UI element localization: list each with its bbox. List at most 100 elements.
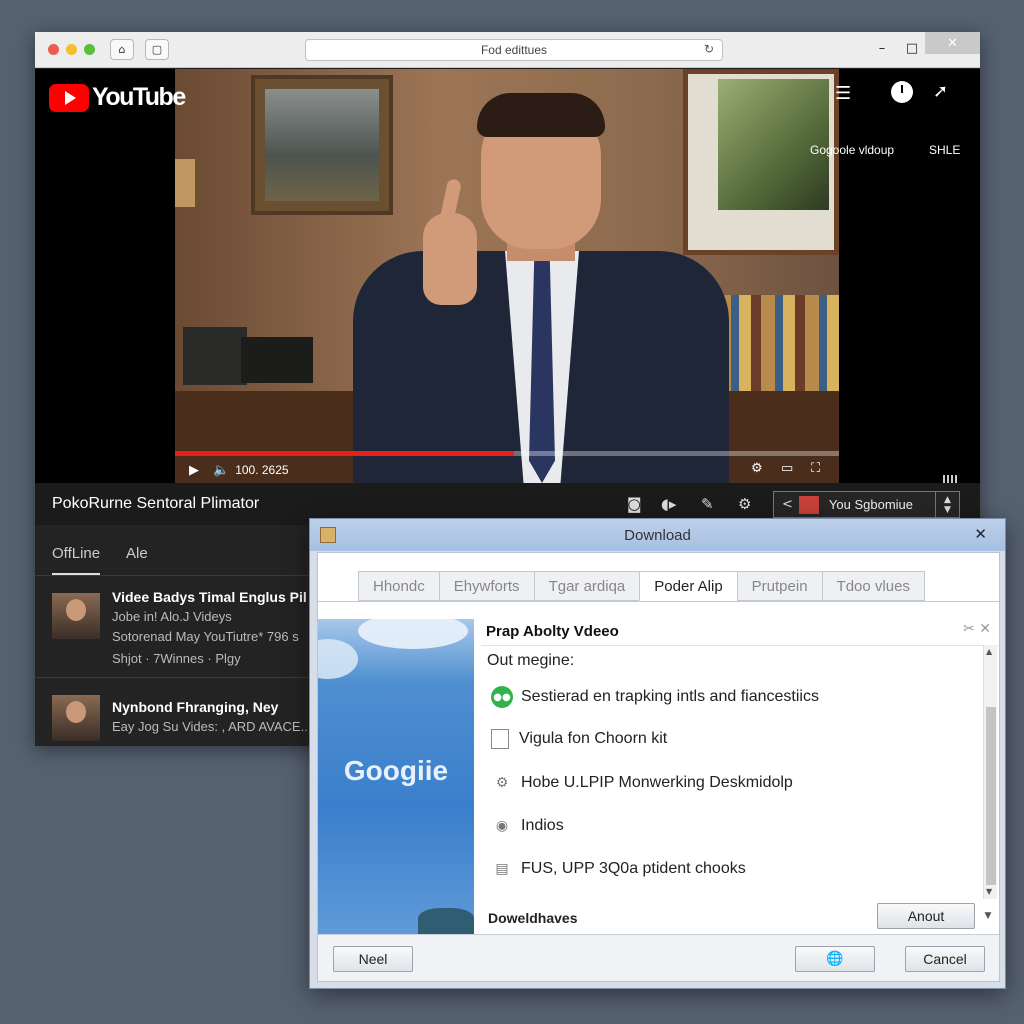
options-list: Out megine: ●● Sestierad en trapking int… [481, 645, 999, 899]
tools-icon[interactable]: ✂ [963, 621, 975, 637]
minimize-button[interactable]: – [867, 36, 897, 60]
subscribe-box[interactable]: < You Sgbomiue ▲ ▼ [773, 491, 960, 518]
option-item[interactable]: ●● Sestierad en trapking intls and fianc… [491, 686, 819, 708]
tab-all[interactable]: Ale [126, 545, 148, 562]
checkbox-icon[interactable] [491, 729, 509, 749]
chevron-left-icon[interactable]: < [782, 497, 793, 512]
bookshelf [717, 295, 839, 391]
miniplayer-icon[interactable]: ▭ [781, 461, 793, 476]
download-dialog: Download ✕ Hhondc Ehywforts Tgar ardiqa … [309, 518, 1006, 989]
reload-icon[interactable]: ↻ [704, 42, 714, 56]
gear-icon: ⚙ [495, 775, 509, 791]
volume-icon[interactable]: 🔈 [213, 463, 229, 478]
lamp [175, 159, 195, 207]
zoom-dot[interactable] [84, 44, 95, 55]
grid-icon[interactable] [943, 475, 959, 483]
dialog-body: Hhondc Ehywforts Tgar ardiqa Poder Alip … [317, 552, 1000, 982]
tab-4-active[interactable]: Poder Alip [639, 571, 737, 601]
tab-5[interactable]: Prutpein [736, 571, 822, 601]
list-icon[interactable]: ☰ [835, 83, 851, 104]
share-label[interactable]: SHLE [929, 143, 960, 157]
list-item[interactable]: Nynbond Fhranging, Ney Eay Jog Su Vides:… [52, 691, 310, 743]
youtube-wordmark: YouTube [92, 83, 186, 111]
scroll-down-icon[interactable]: ▼ [986, 887, 992, 896]
header-tools: ✂ ✕ [963, 621, 991, 637]
close-button[interactable]: ✕ [925, 32, 980, 54]
scrollbar-thumb[interactable] [986, 707, 996, 885]
divider [35, 677, 310, 678]
document-icon: ▤ [495, 861, 509, 877]
settings-icon[interactable]: ⚙ [751, 461, 763, 476]
downloads-label: Doweldhaves [488, 910, 578, 926]
close-icon[interactable]: ✕ [974, 525, 987, 543]
watch-later-label[interactable]: Gogoole vldoup [810, 143, 894, 157]
share-icon[interactable]: ➚ [933, 81, 948, 102]
chevron-down-icon[interactable]: ▼ [982, 909, 994, 923]
gear-icon[interactable]: ⚙ [738, 495, 751, 513]
youtube-logo[interactable]: YouTube [49, 83, 186, 112]
tab-offline[interactable]: OffLine [52, 545, 101, 575]
about-button[interactable]: Anout [877, 903, 975, 929]
option-item[interactable]: ⚙ Hobe U.LPIP Monwerking Deskmidolp [491, 772, 793, 794]
globe-icon: ◉ [495, 818, 509, 834]
scrollbar[interactable]: ▲ ▼ [983, 645, 997, 899]
list-item-line: Sotorenad May YouTiutre* 796 s [112, 629, 299, 644]
list-item-line: Jobe in! Alo.J Videys [112, 609, 232, 624]
play-icon[interactable]: ▶ [189, 463, 199, 478]
video-title: PokoRurne Sentoral Plimator [52, 495, 260, 512]
section-heading: Prap Abolty Vdeeo [486, 623, 619, 640]
option-label: Indios [521, 817, 564, 834]
related-sidebar: OffLine Ale Videe Badys Timal Englus Pil… [35, 525, 310, 746]
list-item-line: Eay Jog Su Vides: , ARD AVACE.. [112, 719, 308, 734]
presenter [353, 93, 729, 483]
address-text: Fod edittues [480, 43, 548, 57]
next-button[interactable]: Neel [333, 946, 413, 972]
tab-3[interactable]: Tgar ardiqa [533, 571, 640, 601]
video-thumbnail[interactable] [52, 695, 100, 741]
scroll-up-icon[interactable]: ▲ [986, 647, 992, 656]
close-dot[interactable] [48, 44, 59, 55]
options-subheading: Out megine: [487, 652, 575, 669]
video-frame [175, 69, 839, 483]
dialog-titlebar: Download ✕ [310, 519, 1005, 551]
subscribe-label[interactable]: You Sgbomiue [829, 497, 913, 512]
minimize-dot[interactable] [66, 44, 77, 55]
sky-banner: Googiie [318, 619, 474, 934]
green-status-icon: ●● [491, 686, 513, 708]
tools-icon[interactable]: ✎ [701, 495, 714, 513]
channel-avatar [798, 495, 819, 514]
list-item-title[interactable]: Videe Badys Timal Englus Pil [112, 589, 310, 605]
desk-item [241, 337, 313, 383]
dialog-tabs: Hhondc Ehywforts Tgar ardiqa Poder Alip … [358, 571, 925, 601]
globe-button[interactable]: 🌐 [795, 946, 875, 972]
tab-6[interactable]: Tdoo vlues [821, 571, 925, 601]
tab-1[interactable]: Hhondc [358, 571, 439, 601]
option-item[interactable]: ▤ FUS, UPP 3Q0a ptident chooks [491, 858, 746, 880]
option-item[interactable]: Vigula fon Choorn kit [491, 729, 667, 749]
video-thumbnail[interactable] [52, 593, 100, 639]
maximize-button[interactable]: □ [897, 36, 927, 60]
time-display: 100. 2625 [235, 463, 289, 477]
cancel-button[interactable]: Cancel [905, 946, 985, 972]
fullscreen-icon[interactable]: ⛶ [811, 461, 820, 476]
sort-arrows-icon[interactable]: ▲ ▼ [935, 492, 959, 517]
tab-2[interactable]: Ehywforts [438, 571, 534, 601]
option-label: Hobe U.LPIP Monwerking Deskmidolp [521, 774, 793, 791]
list-item-title[interactable]: Nynbond Fhranging, Ney [112, 699, 310, 715]
list-item[interactable]: Videe Badys Timal Englus Pil Jobe in! Al… [52, 589, 310, 675]
camera-icon[interactable]: ◙ [627, 495, 642, 513]
desk-item [183, 327, 247, 385]
close-icon[interactable]: ✕ [979, 621, 991, 637]
dialog-title: Download [624, 527, 691, 544]
address-bar[interactable]: Fod edittues ↻ [305, 39, 723, 61]
home-icon[interactable]: ⌂ [110, 39, 134, 60]
tabs-icon[interactable]: ▢ [145, 39, 169, 60]
dialog-footer: Neel 🌐 Cancel [318, 934, 999, 981]
video-player[interactable]: YouTube ☰ ➚ Gogoole vldoup SHLE ▶ 🔈 100.… [35, 69, 980, 483]
clock-icon[interactable] [891, 81, 913, 103]
video-icon[interactable]: ◖▸ [661, 495, 676, 513]
browser-titlebar: ⌂ ▢ Fod edittues ↻ – □ ✕ [35, 32, 980, 68]
option-item[interactable]: ◉ Indios [491, 815, 564, 837]
option-label: FUS, UPP 3Q0a ptident chooks [521, 860, 746, 877]
progress-bar[interactable] [175, 451, 839, 456]
